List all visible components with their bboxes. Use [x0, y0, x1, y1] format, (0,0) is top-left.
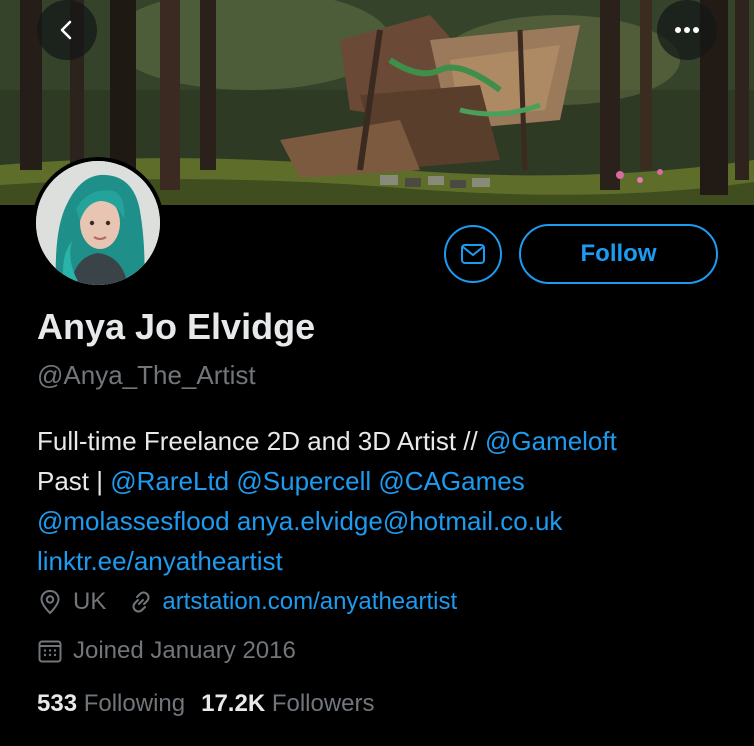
location-text: UK: [73, 588, 107, 615]
chevron-left-icon: [60, 20, 72, 40]
profile-handle: @Anya_The_Artist: [37, 360, 256, 390]
email-link[interactable]: anya.elvidge@hotmail.co.uk: [237, 506, 563, 536]
profile-meta-row: Joined January 2016: [37, 637, 296, 665]
more-options-button[interactable]: [657, 0, 717, 60]
bio-line: linktr.ee/anyatheartist: [37, 541, 737, 581]
mention-link[interactable]: @CAGames: [378, 466, 524, 496]
bio-line: Full-time Freelance 2D and 3D Artist // …: [37, 421, 737, 461]
url-link[interactable]: linktr.ee/anyatheartist: [37, 546, 283, 576]
following-count: 533: [37, 690, 78, 717]
website-link[interactable]: artstation.com/anyatheartist: [162, 588, 457, 616]
bio-text: Full-time Freelance 2D and 3D Artist //: [37, 426, 485, 456]
bio-text: Past |: [37, 466, 111, 496]
calendar-icon: [38, 640, 62, 663]
ellipsis-icon: [675, 27, 699, 33]
profile-meta-row: UK artstation.com/anyatheartist: [37, 588, 457, 616]
following-label: Following: [83, 690, 186, 717]
mention-link[interactable]: @Gameloft: [485, 426, 617, 456]
link-icon: [132, 591, 150, 613]
follow-button[interactable]: Follow: [519, 224, 718, 284]
location-pin-icon: [40, 589, 60, 615]
back-button[interactable]: [37, 0, 97, 60]
message-button[interactable]: [444, 225, 502, 283]
mention-link[interactable]: @molassesflood: [37, 506, 230, 536]
avatar: [36, 161, 160, 285]
followers-label: Followers: [271, 690, 375, 717]
profile-bio: Full-time Freelance 2D and 3D Artist // …: [37, 421, 737, 581]
mention-link[interactable]: @Supercell: [236, 466, 371, 496]
bio-line: Past | @RareLtd @Supercell @CAGames: [37, 461, 737, 501]
following-stat[interactable]: 533 Following: [37, 690, 185, 717]
joined-date: Joined January 2016: [73, 637, 296, 664]
followers-stat[interactable]: 17.2K Followers: [201, 690, 374, 717]
mention-link[interactable]: @RareLtd: [110, 466, 229, 496]
profile-avatar[interactable]: [32, 157, 164, 289]
follow-stats: 533 Following 17.2K Followers: [37, 690, 375, 718]
envelope-icon: [461, 244, 485, 264]
followers-count: 17.2K: [201, 690, 266, 717]
bio-line: @molassesflood anya.elvidge@hotmail.co.u…: [37, 501, 737, 541]
profile-name: Anya Jo Elvidge: [37, 306, 316, 347]
